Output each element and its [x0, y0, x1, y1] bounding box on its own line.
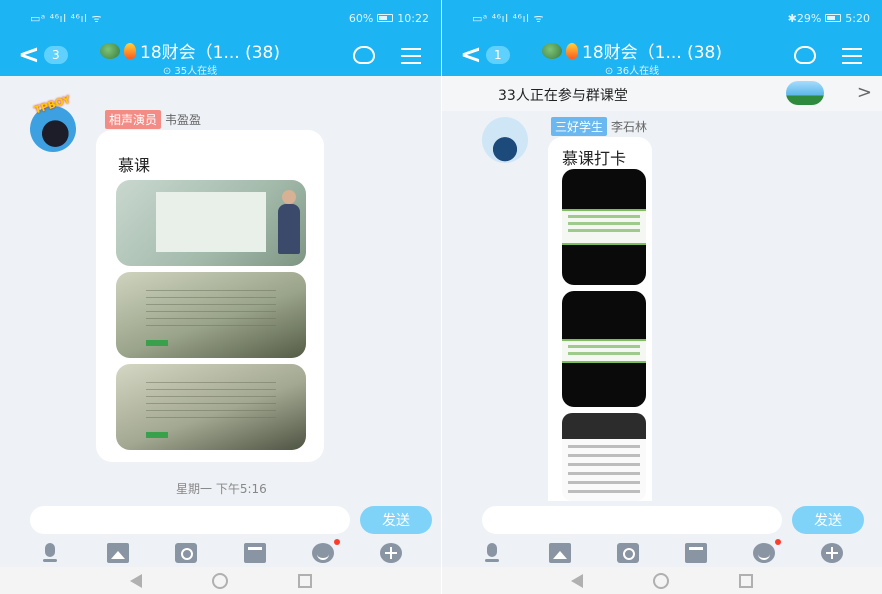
message-list[interactable]: TPBOY 相声演员 韦盈盈 慕课 星期一 下午5:16 [0, 76, 441, 501]
menu-icon[interactable] [842, 48, 862, 64]
online-count: ⊙ 35人在线 [162, 66, 218, 77]
camera-icon[interactable] [175, 543, 198, 563]
chat-title-block[interactable]: 18财会（1... (38) ⊙ 35人在线 [100, 38, 280, 77]
group-members-icon[interactable] [353, 46, 375, 64]
photo-content-strip [562, 339, 646, 363]
nav-recent-icon[interactable] [739, 573, 753, 588]
group-emoji-icon [542, 42, 562, 59]
card-icon[interactable] [243, 543, 266, 563]
sender-name: 李石林 [611, 120, 648, 134]
image-icon[interactable] [549, 543, 571, 563]
back-button[interactable]: < 1 [460, 42, 510, 68]
message-photo[interactable] [116, 180, 306, 266]
chevron-left-icon: < [18, 40, 40, 70]
photo-content-strip [562, 209, 646, 245]
message-bubble[interactable]: 慕课打卡 [548, 137, 652, 501]
message-text: 慕课 [118, 156, 151, 175]
emoji-icon[interactable] [311, 539, 340, 563]
nav-back-icon[interactable] [129, 573, 142, 588]
banner-text: 33人正在参与群课堂 [498, 88, 628, 104]
sender-name: 韦盈盈 [165, 113, 202, 127]
battery-percent: 60% [348, 11, 374, 25]
status-right: ✱29% 5:20 [788, 12, 870, 25]
plus-icon[interactable] [821, 543, 843, 563]
banner-thumbnail [786, 81, 824, 105]
status-signal: ▭ᵃ ⁴⁶ıl ⁴⁶ıl ᯤ [30, 11, 103, 25]
group-class-banner[interactable]: 33人正在参与群课堂 > [442, 76, 882, 111]
camera-icon[interactable] [617, 543, 639, 563]
online-count: ⊙ 36人在线 [604, 66, 660, 77]
unread-badge: 1 [485, 46, 510, 64]
notification-dot [333, 539, 340, 545]
chat-title: 18财会（1... (38) [582, 43, 722, 63]
message-text: 慕课打卡 [562, 149, 627, 168]
input-bar: 发送 [442, 501, 882, 539]
status-right: 60% 10:22 [349, 12, 429, 25]
message-bubble[interactable]: 慕课 [96, 130, 324, 462]
image-icon[interactable] [107, 543, 130, 563]
message-photo[interactable] [116, 272, 306, 358]
timestamp: 星期一 下午5:16 [176, 482, 267, 496]
sender-row: 相声演员 韦盈盈 [105, 110, 201, 129]
status-signal: ▭ᵃ ⁴⁶ıl ⁴⁶ıl ᯤ [472, 11, 545, 25]
battery-icon [377, 14, 394, 22]
notification-dot [775, 539, 781, 545]
send-button[interactable]: 发送 [360, 506, 432, 534]
avatar[interactable] [482, 117, 528, 163]
fire-icon [566, 42, 578, 59]
nav-home-icon[interactable] [653, 572, 669, 589]
card-icon[interactable] [685, 543, 707, 563]
unread-badge: 3 [43, 46, 68, 64]
message-input[interactable] [30, 506, 350, 534]
battery-icon [825, 14, 842, 22]
message-input[interactable] [482, 506, 782, 534]
send-button[interactable]: 发送 [792, 506, 864, 534]
nav-back-icon[interactable] [571, 573, 583, 588]
battery-percent: ✱29% [787, 11, 822, 25]
input-toolbar [0, 539, 441, 567]
chat-title: 18财会（1... (38) [140, 43, 280, 63]
menu-icon[interactable] [401, 48, 421, 64]
status-time: 5:20 [845, 11, 870, 25]
group-emoji-icon [100, 42, 120, 59]
mic-icon[interactable] [39, 543, 61, 563]
message-photo[interactable] [116, 364, 306, 450]
message-photo[interactable] [562, 413, 646, 501]
status-bar: ▭ᵃ ⁴⁶ıl ⁴⁶ıl ᯤ 60% 10:22 [0, 0, 441, 36]
input-toolbar [442, 539, 882, 567]
nav-recent-icon[interactable] [297, 573, 312, 588]
phone-screen-right: ▭ᵃ ⁴⁶ıl ⁴⁶ıl ᯤ ✱29% 5:20 < 1 18财会（1... (… [441, 0, 882, 594]
role-tag: 相声演员 [105, 110, 162, 129]
chat-title-block[interactable]: 18财会（1... (38) ⊙ 36人在线 [542, 38, 722, 77]
nav-home-icon[interactable] [211, 572, 228, 589]
system-nav-bar [0, 567, 441, 594]
fire-icon [124, 42, 136, 59]
back-button[interactable]: < 3 [18, 42, 68, 68]
sender-row: 三好学生 李石林 [551, 117, 647, 136]
chat-header: < 3 18财会（1... (38) ⊙ 35人在线 [0, 36, 441, 77]
role-tag: 三好学生 [551, 117, 608, 136]
system-nav-bar [442, 567, 882, 594]
message-list[interactable]: 三好学生 李石林 慕课打卡 [442, 111, 882, 501]
chevron-left-icon: < [460, 40, 482, 70]
mic-icon[interactable] [481, 543, 503, 563]
plus-icon[interactable] [379, 543, 402, 563]
status-time: 10:22 [397, 11, 429, 25]
chat-header: < 1 18财会（1... (38) ⊙ 36人在线 [442, 36, 882, 77]
chevron-right-icon: > [856, 82, 872, 103]
input-bar: 发送 [0, 501, 441, 539]
group-members-icon[interactable] [794, 46, 816, 64]
phone-screen-left: ▭ᵃ ⁴⁶ıl ⁴⁶ıl ᯤ 60% 10:22 < 3 18财会（1... (… [0, 0, 441, 594]
emoji-icon[interactable] [753, 539, 781, 563]
status-bar: ▭ᵃ ⁴⁶ıl ⁴⁶ıl ᯤ ✱29% 5:20 [442, 0, 882, 36]
